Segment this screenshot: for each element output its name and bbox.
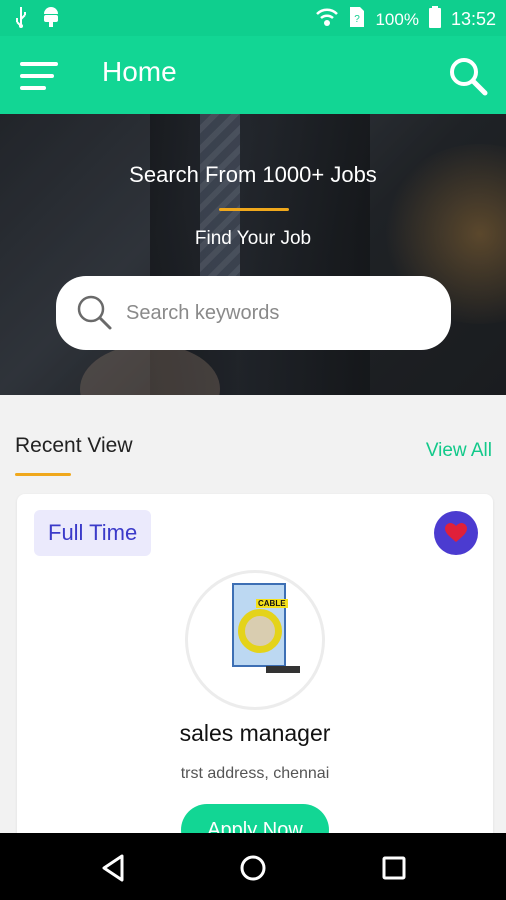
status-time: 13:52	[450, 9, 496, 29]
wifi-icon	[315, 7, 339, 32]
recents-icon[interactable]	[377, 851, 411, 885]
search-icon[interactable]	[448, 56, 488, 96]
job-title: sales manager	[179, 720, 331, 746]
headline-underline	[219, 208, 289, 211]
battery-icon	[428, 6, 441, 33]
home-icon[interactable]	[236, 851, 270, 885]
back-icon[interactable]	[96, 851, 130, 885]
heart-icon	[445, 523, 467, 542]
company-logo: CABLE	[185, 570, 325, 710]
svg-text:?: ?	[355, 14, 361, 25]
status-bar: ? 100% 13:52	[0, 0, 506, 36]
cable-product-image: CABLE	[232, 583, 300, 673]
hero-banner: Search From 1000+ Jobs Find Your Job	[0, 114, 506, 395]
usb-icon	[14, 6, 28, 33]
android-icon	[42, 6, 60, 33]
system-nav-bar	[0, 833, 506, 900]
hero-subheadline: Find Your Job	[194, 228, 312, 249]
search-icon	[74, 292, 114, 332]
search-box[interactable]	[56, 276, 451, 350]
hamburger-menu-icon[interactable]	[20, 62, 58, 90]
app-bar: Home	[0, 36, 506, 114]
favorite-button[interactable]	[434, 511, 478, 555]
sim-icon: ?	[349, 6, 365, 33]
job-card[interactable]: Full Time CABLE sales manager trst addre…	[17, 494, 493, 856]
recent-view-title: Recent View	[15, 434, 133, 457]
job-type-badge: Full Time	[34, 510, 152, 556]
search-input[interactable]	[126, 294, 426, 332]
page-title: Home	[102, 56, 177, 87]
section-underline	[15, 473, 71, 476]
view-all-link[interactable]: View All	[426, 440, 492, 462]
battery-level: 100%	[375, 9, 419, 29]
job-address: trst address, chennai	[180, 765, 330, 782]
hero-headline: Search From 1000+ Jobs	[129, 162, 377, 187]
